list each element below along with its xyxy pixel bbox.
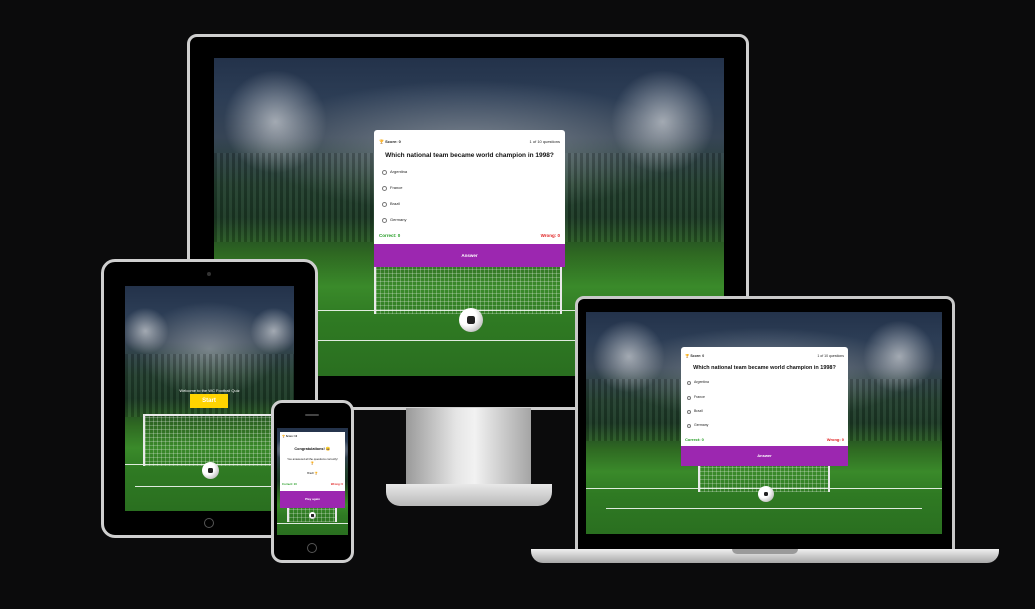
- score-label: 🏆 Score: 0: [379, 139, 401, 144]
- option-label[interactable]: Germany: [390, 217, 406, 222]
- question-progress: 1 of 10 questions: [529, 139, 560, 144]
- monitor-stand: [406, 408, 531, 488]
- play-again-button[interactable]: Play again: [280, 491, 345, 508]
- correct-counter: Correct: 10: [282, 482, 297, 486]
- start-button[interactable]: Start: [190, 394, 228, 408]
- question-text: Which national team became world champio…: [693, 365, 836, 371]
- score-label: 🏆 Score: 10: [282, 435, 298, 438]
- welcome-text: Welcome to the WC Football Quiz: [179, 388, 240, 393]
- goal-net: [143, 414, 273, 466]
- option-radio[interactable]: [687, 410, 691, 414]
- trophy-icon: 🏆: [379, 139, 384, 144]
- option-radio[interactable]: [687, 381, 691, 385]
- trophy-icon: 🏆: [685, 354, 690, 358]
- football: [309, 512, 316, 519]
- option-radio[interactable]: [382, 202, 387, 207]
- tablet-home-button[interactable]: [204, 518, 214, 528]
- result-card: 🏆 Score: 10 Congratulations! 😄 You answe…: [280, 432, 345, 508]
- wrong-counter: Wrong: 0: [540, 233, 560, 238]
- option-label[interactable]: Argentina: [390, 169, 407, 174]
- quiz-card: 🏆 Score: 0 1 of 10 questions Which natio…: [681, 347, 848, 466]
- wrong-counter: Wrong: 0: [826, 437, 844, 442]
- result-message: You answered all the questions correctly…: [287, 457, 338, 465]
- wrong-counter: Wrong: 0: [330, 482, 343, 486]
- option-label[interactable]: Argentina: [694, 380, 709, 384]
- option-label[interactable]: Germany: [694, 423, 708, 427]
- option-label[interactable]: France: [390, 185, 402, 190]
- option-label[interactable]: Brazil: [694, 409, 703, 413]
- score-label: 🏆 Score: 0: [685, 354, 705, 358]
- laptop-notch: [732, 549, 798, 554]
- option-radio[interactable]: [382, 170, 387, 175]
- option-radio[interactable]: [382, 218, 387, 223]
- pitch-line: [135, 486, 284, 487]
- phone-speaker: [305, 414, 319, 416]
- question-progress: 1 of 10 questions: [817, 354, 844, 358]
- correct-counter: Correct: 0: [379, 233, 401, 238]
- phone-home-button[interactable]: [307, 543, 317, 553]
- option-radio[interactable]: [687, 396, 691, 400]
- football: [758, 486, 774, 502]
- question-text: Which national team became world champio…: [385, 152, 554, 159]
- answer-button[interactable]: Answer: [374, 244, 565, 267]
- pitch-line: [606, 508, 922, 509]
- quiz-card: 🏆 Score: 0 1 of 10 questions Which natio…: [374, 130, 565, 267]
- score-line: Brazil 🏆: [307, 472, 318, 475]
- trophy-icon: 🏆: [282, 435, 286, 438]
- football: [459, 308, 483, 332]
- laptop-screen: 🏆 Score: 0 1 of 10 questions Which natio…: [586, 312, 942, 534]
- pitch-line: [277, 523, 348, 524]
- monitor-base: [386, 484, 552, 506]
- option-radio[interactable]: [687, 424, 691, 428]
- tablet-camera: [207, 272, 211, 276]
- option-label[interactable]: France: [694, 395, 705, 399]
- option-label[interactable]: Brazil: [390, 201, 400, 206]
- football: [202, 462, 219, 479]
- goal-net: [374, 264, 562, 314]
- tablet-screen: Welcome to the WC Football Quiz Start: [125, 286, 294, 511]
- correct-counter: Correct: 0: [685, 437, 704, 442]
- option-radio[interactable]: [382, 186, 387, 191]
- phone-screen: 🏆 Score: 10 Congratulations! 😄 You answe…: [277, 428, 348, 535]
- congrats-heading: Congratulations! 😄: [294, 447, 331, 451]
- answer-button[interactable]: Answer: [681, 446, 848, 466]
